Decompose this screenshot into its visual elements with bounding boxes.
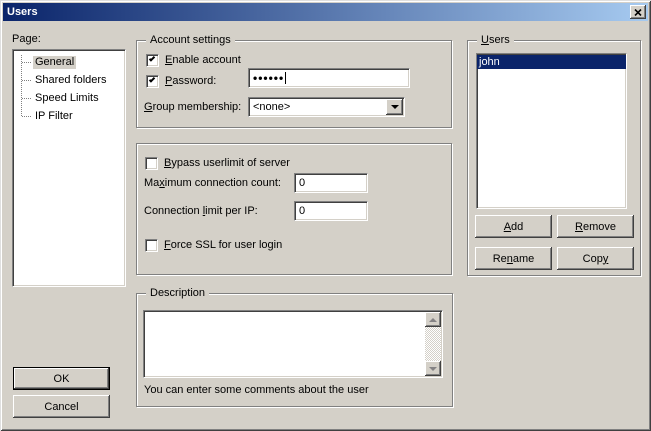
connection-settings-group: Bypass userlimit of server Maximum conne…	[136, 143, 452, 275]
connection-limit-per-ip-field[interactable]: 0	[294, 201, 368, 221]
password-field[interactable]: ••••••	[248, 68, 410, 88]
group-membership-select[interactable]: <none>	[248, 97, 405, 117]
group-membership-label: Group membership:	[144, 101, 241, 113]
checkmark-icon	[149, 76, 155, 82]
tree-item-general[interactable]: General	[13, 53, 125, 71]
max-connection-count-value: 0	[299, 177, 305, 189]
description-group: Description You can enter some comments …	[136, 293, 453, 407]
max-connection-count-label: Maximum connection count:	[144, 177, 281, 189]
tree-item-ip-filter[interactable]: IP Filter	[13, 107, 125, 125]
rename-button[interactable]: Rename	[475, 247, 552, 270]
password-checkbox[interactable]	[146, 75, 159, 88]
description-group-title: Description	[146, 286, 209, 300]
users-dialog: Users Page: General Shared folders Speed…	[0, 0, 651, 431]
tree-item-label[interactable]: General	[33, 56, 76, 69]
copy-button[interactable]: Copy	[557, 247, 634, 270]
tree-item-label[interactable]: IP Filter	[33, 110, 75, 123]
account-settings-group: Account settings Enable account Password…	[136, 40, 452, 128]
tree-item-label[interactable]: Shared folders	[33, 74, 109, 87]
enable-account-label[interactable]: Enable account	[165, 54, 241, 66]
cancel-button[interactable]: Cancel	[13, 395, 110, 418]
bypass-userlimit-checkbox[interactable]	[145, 157, 158, 170]
scroll-down-button[interactable]	[425, 361, 441, 376]
force-ssl-label[interactable]: Force SSL for user login	[164, 239, 282, 251]
force-ssl-checkbox[interactable]	[145, 239, 158, 252]
remove-button[interactable]: Remove	[557, 215, 634, 238]
titlebar: Users	[3, 3, 648, 21]
password-label[interactable]: Password:	[165, 75, 216, 87]
text-caret	[285, 72, 286, 84]
description-scrollbar[interactable]	[425, 312, 441, 376]
bypass-userlimit-label[interactable]: Bypass userlimit of server	[164, 157, 290, 169]
tree-item-shared-folders[interactable]: Shared folders	[13, 71, 125, 89]
group-membership-value: <none>	[253, 101, 290, 113]
page-tree[interactable]: General Shared folders Speed Limits IP F…	[12, 49, 126, 287]
users-group: Users john Add Remove Rename Copy	[467, 40, 641, 276]
ok-button[interactable]: OK	[13, 367, 110, 390]
users-group-title: Users	[477, 33, 514, 47]
tree-item-speed-limits[interactable]: Speed Limits	[13, 89, 125, 107]
chevron-down-icon	[391, 105, 399, 109]
scroll-down-icon	[429, 367, 437, 371]
description-textarea[interactable]	[143, 310, 443, 378]
user-list-item[interactable]: john	[477, 55, 626, 69]
max-connection-count-field[interactable]: 0	[294, 173, 368, 193]
users-listbox[interactable]: john	[476, 53, 627, 209]
connection-limit-per-ip-value: 0	[299, 205, 305, 217]
description-hint: You can enter some comments about the us…	[144, 384, 369, 396]
close-icon	[634, 9, 642, 16]
group-membership-dropdown-button[interactable]	[386, 99, 403, 115]
scroll-up-icon	[429, 318, 437, 322]
account-settings-group-title: Account settings	[146, 33, 235, 47]
connection-limit-per-ip-label: Connection limit per IP:	[144, 205, 258, 217]
page-label: Page:	[12, 33, 41, 45]
window-title: Users	[7, 6, 38, 18]
checkmark-icon	[149, 55, 155, 61]
scroll-up-button[interactable]	[425, 312, 441, 327]
close-button[interactable]	[630, 5, 646, 19]
password-value: ••••••	[253, 73, 284, 83]
enable-account-checkbox[interactable]	[146, 54, 159, 67]
add-button[interactable]: Add	[475, 215, 552, 238]
tree-item-label[interactable]: Speed Limits	[33, 92, 101, 105]
